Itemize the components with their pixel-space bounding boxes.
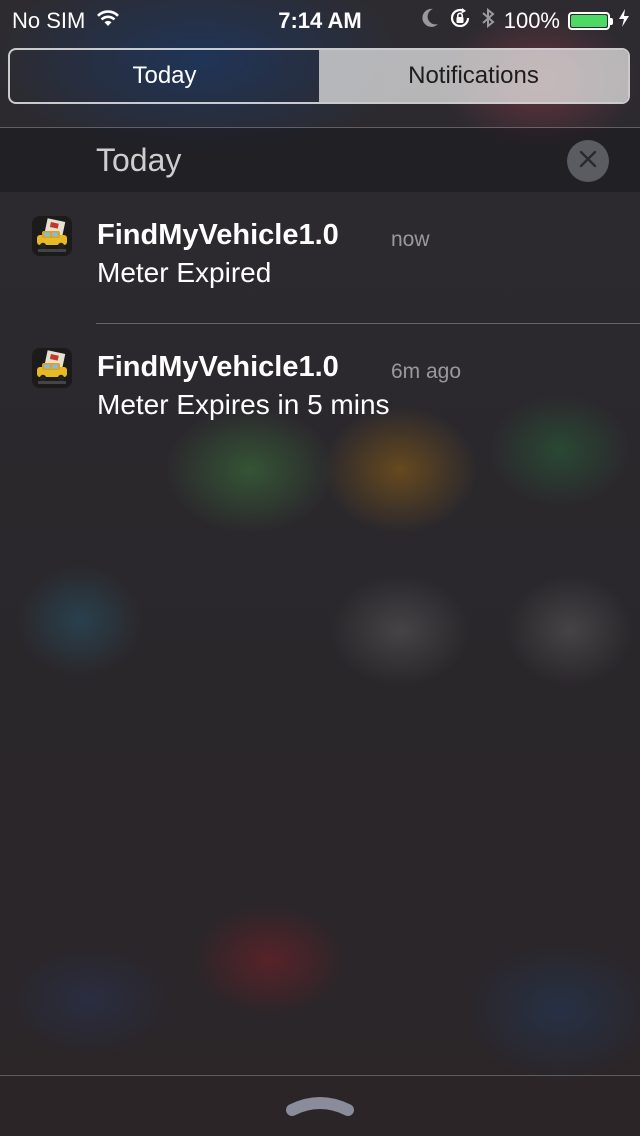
notification-time: now (391, 228, 430, 251)
chevron-up-grabber-icon[interactable] (284, 1092, 356, 1118)
tab-segmented-control: Today Notifications (8, 48, 630, 104)
notification-item[interactable]: FindMyVehicle1.0 now Meter Expired (0, 192, 640, 323)
tab-today[interactable]: Today (10, 50, 319, 102)
notification-app-name: FindMyVehicle1.0 (97, 351, 339, 383)
bottom-divider (0, 1075, 640, 1076)
battery-level-fill (571, 15, 607, 27)
notification-item[interactable]: FindMyVehicle1.0 6m ago Meter Expires in… (0, 324, 640, 455)
notification-message: Meter Expires in 5 mins (97, 389, 390, 420)
tab-notifications[interactable]: Notifications (319, 50, 628, 102)
section-title: Today (96, 142, 182, 178)
status-bar: No SIM 7:14 AM 100% (0, 0, 640, 40)
notification-message: Meter Expired (97, 257, 272, 288)
app-icon-car (32, 348, 72, 388)
notification-app-name: FindMyVehicle1.0 (97, 219, 339, 251)
clear-section-button[interactable] (567, 140, 609, 182)
battery-percent: 100% (503, 8, 560, 33)
charging-bolt-icon (618, 8, 630, 34)
battery-icon (568, 12, 613, 30)
status-right: 100% (420, 6, 630, 36)
section-header: Today (0, 128, 640, 192)
bluetooth-icon (480, 6, 496, 36)
rotation-lock-icon (448, 6, 472, 36)
moon-icon (420, 7, 440, 35)
close-icon (578, 149, 598, 174)
app-icon-car (32, 216, 72, 256)
notification-time: 6m ago (391, 360, 462, 383)
